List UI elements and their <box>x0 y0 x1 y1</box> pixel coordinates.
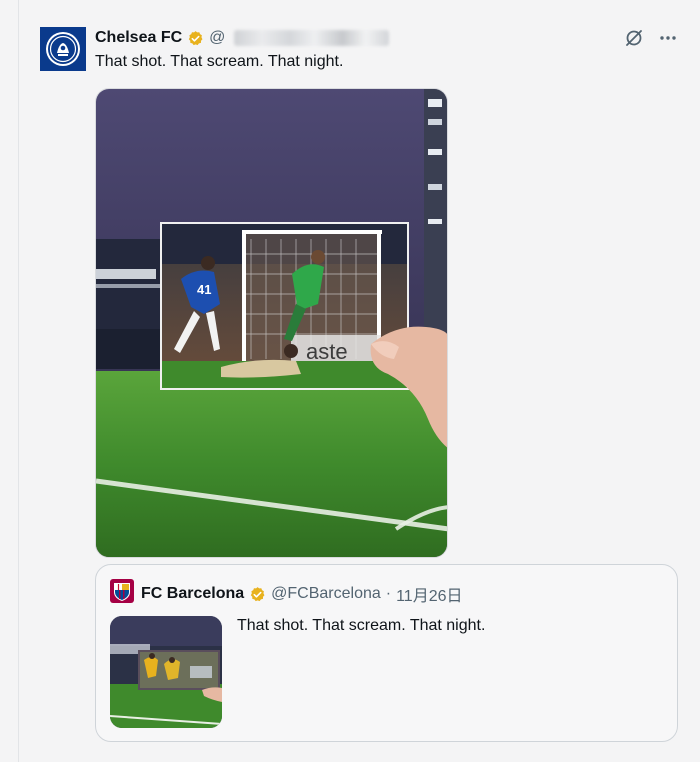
tweet[interactable]: Chelsea FC @ That shot. That scream. Tha… <box>0 0 700 762</box>
grok-icon <box>626 30 642 46</box>
quote-thumbnail-photo <box>110 616 222 728</box>
more-icon <box>660 36 676 40</box>
tweet-actions <box>624 28 678 48</box>
shirt-number: 41 <box>197 282 211 297</box>
quote-display-name[interactable]: FC Barcelona <box>141 585 244 603</box>
quote-date[interactable]: 11月26日 <box>396 582 462 606</box>
tweet-text: That shot. That scream. That night. <box>95 53 344 70</box>
quoted-tweet[interactable]: FC Barcelona @FCBarcelona · 11月26日 That … <box>95 564 678 742</box>
verified-badge-icon <box>188 30 203 45</box>
quote-header: FC Barcelona @FCBarcelona · 11月26日 <box>141 582 463 606</box>
display-name[interactable]: Chelsea FC <box>95 29 182 47</box>
quote-separator: · <box>385 585 392 602</box>
chelsea-crest-icon <box>46 32 80 66</box>
quote-text: That shot. That scream. That night. <box>237 617 486 634</box>
tweet-media-photo[interactable]: aste 41 <box>95 88 448 558</box>
held-photo: aste 41 <box>160 222 409 390</box>
quote-thumbnail[interactable] <box>110 616 222 728</box>
blurred-handle <box>234 30 390 46</box>
grok-button[interactable] <box>624 28 644 48</box>
stadium-photo: aste 41 <box>96 89 447 557</box>
chelsea-avatar[interactable] <box>40 27 86 71</box>
barcelona-avatar[interactable] <box>110 579 134 603</box>
tweet-header: Chelsea FC @ <box>95 28 390 48</box>
board-text: aste <box>306 339 348 364</box>
handle[interactable]: @ <box>209 29 225 47</box>
barcelona-crest-icon <box>110 579 134 603</box>
quote-verified-badge-icon <box>250 586 265 601</box>
more-button[interactable] <box>658 28 678 48</box>
quote-handle[interactable]: @FCBarcelona <box>271 585 381 603</box>
